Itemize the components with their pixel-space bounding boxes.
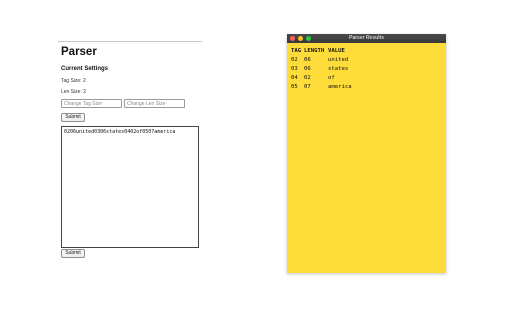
row-tag: 03 [291,66,298,72]
change-len-size-input[interactable] [124,99,185,108]
row-value: united [328,57,349,63]
row-length: 02 [304,75,311,81]
change-tag-size-input[interactable] [61,99,122,108]
parser-results-window: Parser Results TAG LENGTH VALUE 02 06 un… [287,34,446,273]
len-size-text: Len Size: 2 [61,89,87,95]
row-value: america [328,84,352,90]
row-value: of [328,75,335,81]
row-tag: 05 [291,84,298,90]
column-header-length: LENGTH [304,48,325,54]
results-header-row: TAG LENGTH VALUE [291,47,388,56]
window-title: Parser Results [348,35,385,41]
parse-input-textarea[interactable]: 0206united0306states0402of0507america [61,126,199,248]
parse-submit-button[interactable]: Submit [61,249,85,258]
row-length: 06 [304,66,311,72]
results-row: 02 06 united [291,56,388,65]
results-row: 03 06 states [291,65,388,74]
column-header-value: VALUE [328,48,345,54]
results-row: 05 07 america [291,83,388,92]
window-titlebar[interactable]: Parser Results [287,34,446,43]
settings-submit-button[interactable]: Submit [61,113,85,122]
results-table: TAG LENGTH VALUE 02 06 united 03 06 stat… [291,47,388,92]
top-divider [58,41,202,42]
column-header-tag: TAG [291,48,302,54]
row-value: states [328,66,349,72]
results-row: 04 02 of [291,74,388,83]
page-title: Parser [61,46,97,58]
row-length: 07 [304,84,311,90]
row-tag: 02 [291,57,298,63]
current-settings-heading: Current Settings [61,66,109,72]
tag-size-text: Tag Size: 2 [61,78,86,84]
row-tag: 04 [291,75,298,81]
row-length: 06 [304,57,311,63]
